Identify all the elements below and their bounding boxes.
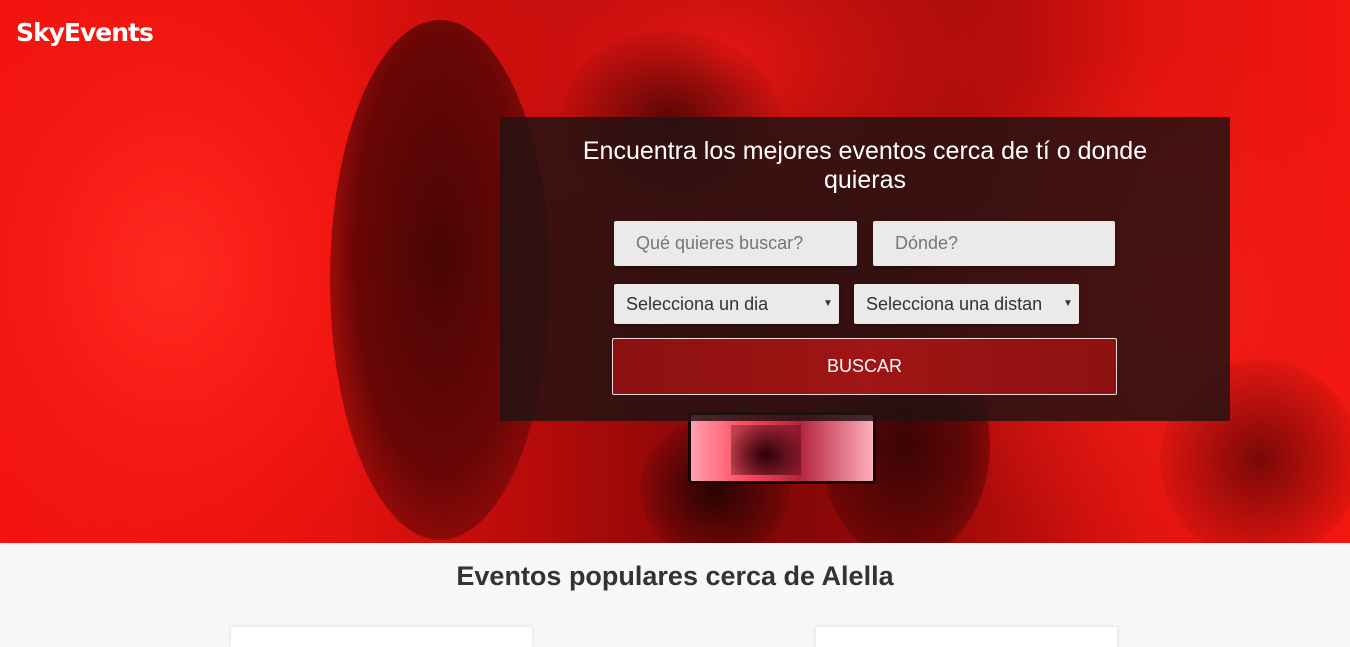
hero-banner: SkyEvents Encuentra los mejores eventos …	[0, 0, 1350, 543]
chevron-down-icon: ▼	[1061, 284, 1075, 324]
popular-events-title: Eventos populares cerca de Alella	[456, 561, 894, 591]
search-button[interactable]: BUSCAR	[612, 338, 1117, 395]
event-card[interactable]	[231, 627, 532, 647]
event-card[interactable]	[816, 627, 1117, 647]
day-select-value: Selecciona un dia	[626, 294, 769, 314]
hero-photo-phone	[688, 412, 876, 484]
day-select[interactable]: Selecciona un dia ▼	[614, 284, 839, 324]
search-panel: Encuentra los mejores eventos cerca de t…	[500, 117, 1230, 421]
search-where-input[interactable]	[873, 221, 1115, 266]
distance-select-value: Selecciona una distan	[866, 294, 1043, 314]
distance-select[interactable]: Selecciona una distan ▼	[854, 284, 1079, 324]
search-what-input[interactable]	[614, 221, 857, 266]
brand-logo[interactable]: SkyEvents	[16, 18, 154, 47]
chevron-down-icon: ▼	[821, 284, 835, 324]
search-title: Encuentra los mejores eventos cerca de t…	[582, 137, 1148, 194]
